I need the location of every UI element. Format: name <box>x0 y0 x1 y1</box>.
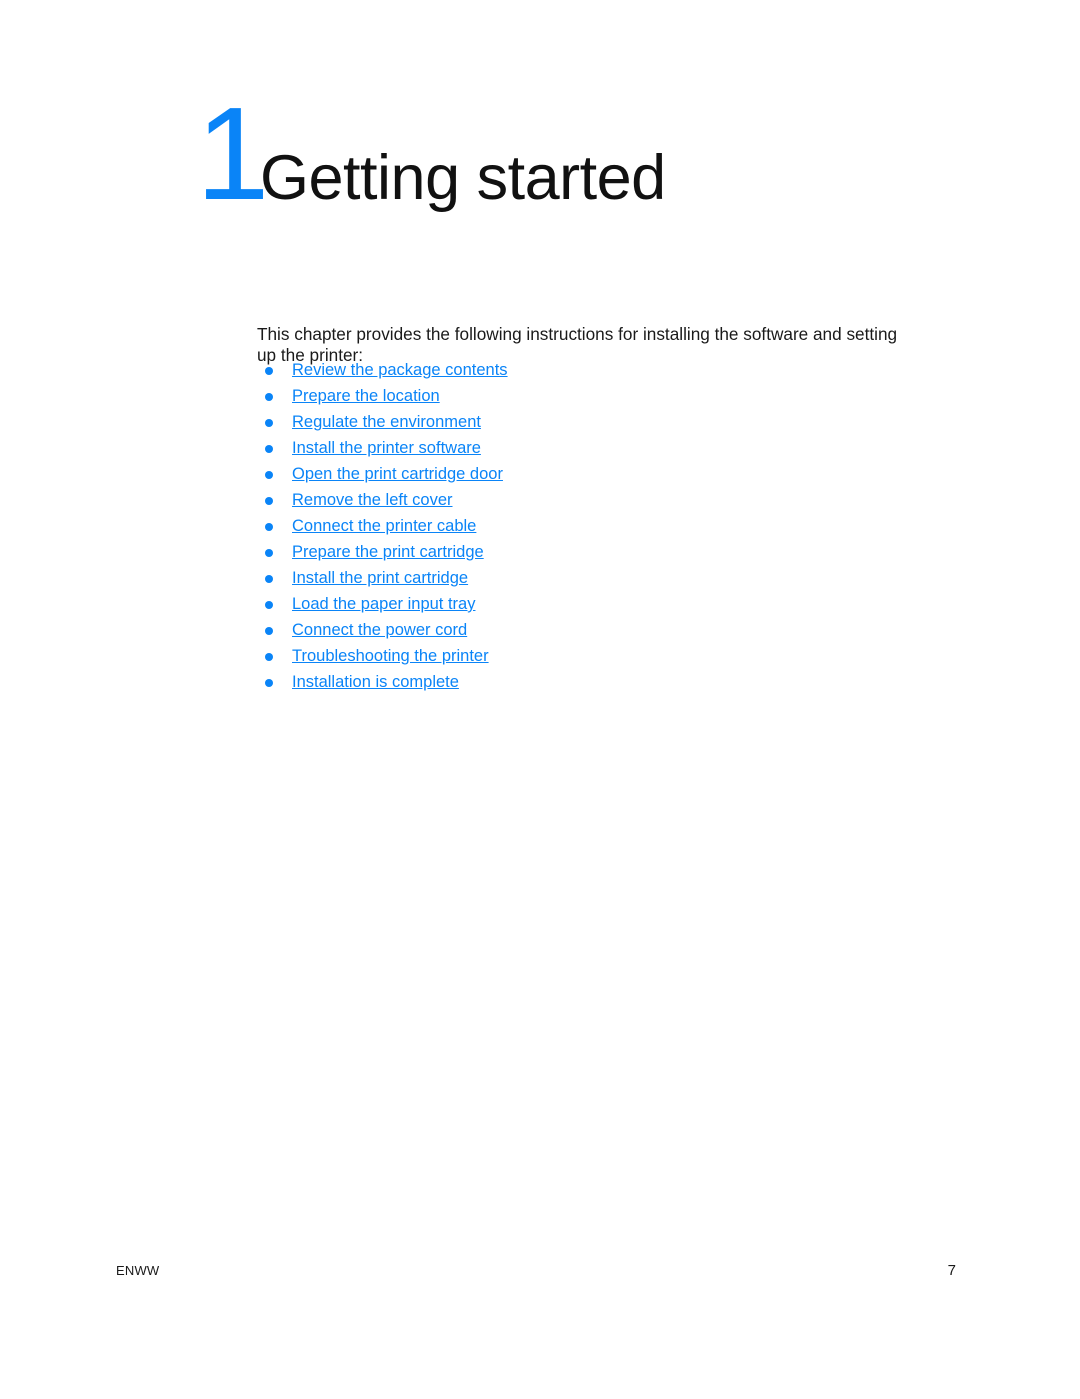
list-item: Regulate the environment <box>257 409 857 435</box>
bullet-icon <box>265 471 273 479</box>
page-footer: ENWW 7 <box>0 1262 1080 1284</box>
chapter-link[interactable]: Open the print cartridge door <box>292 465 503 483</box>
chapter-link[interactable]: Troubleshooting the printer <box>292 647 489 665</box>
bullet-icon <box>265 445 273 453</box>
chapter-link[interactable]: Prepare the print cartridge <box>292 543 484 561</box>
chapter-heading: 1 Getting started <box>196 88 666 220</box>
chapter-number: 1 <box>196 80 269 227</box>
list-item: Install the printer software <box>257 435 857 461</box>
footer-page-number: 7 <box>947 1262 956 1279</box>
chapter-link[interactable]: Remove the left cover <box>292 491 453 509</box>
list-item: Review the package contents <box>257 357 857 383</box>
chapter-link[interactable]: Installation is complete <box>292 673 459 691</box>
bullet-icon <box>265 523 273 531</box>
page-title: Getting started <box>260 143 666 213</box>
bullet-icon <box>265 393 273 401</box>
bullet-icon <box>265 575 273 583</box>
chapter-link[interactable]: Prepare the location <box>292 387 440 405</box>
list-item: Remove the left cover <box>257 487 857 513</box>
list-item: Open the print cartridge door <box>257 461 857 487</box>
list-item: Prepare the location <box>257 383 857 409</box>
list-item: Install the print cartridge <box>257 565 857 591</box>
chapter-link[interactable]: Connect the power cord <box>292 621 467 639</box>
chapter-link[interactable]: Review the package contents <box>292 361 508 379</box>
bullet-icon <box>265 627 273 635</box>
chapter-link[interactable]: Install the printer software <box>292 439 481 457</box>
chapter-link[interactable]: Regulate the environment <box>292 413 481 431</box>
list-item: Connect the printer cable <box>257 513 857 539</box>
chapter-contents-list: Review the package contents Prepare the … <box>257 357 857 695</box>
bullet-icon <box>265 367 273 375</box>
list-item: Load the paper input tray <box>257 591 857 617</box>
chapter-link[interactable]: Load the paper input tray <box>292 595 475 613</box>
bullet-icon <box>265 653 273 661</box>
list-item: Prepare the print cartridge <box>257 539 857 565</box>
chapter-link[interactable]: Install the print cartridge <box>292 569 468 587</box>
bullet-icon <box>265 497 273 505</box>
list-item: Troubleshooting the printer <box>257 643 857 669</box>
bullet-icon <box>265 549 273 557</box>
bullet-icon <box>265 419 273 427</box>
list-item: Installation is complete <box>257 669 857 695</box>
chapter-link[interactable]: Connect the printer cable <box>292 517 476 535</box>
list-item: Connect the power cord <box>257 617 857 643</box>
document-page: 1 Getting started This chapter provides … <box>0 0 1080 1399</box>
bullet-icon <box>265 679 273 687</box>
bullet-icon <box>265 601 273 609</box>
